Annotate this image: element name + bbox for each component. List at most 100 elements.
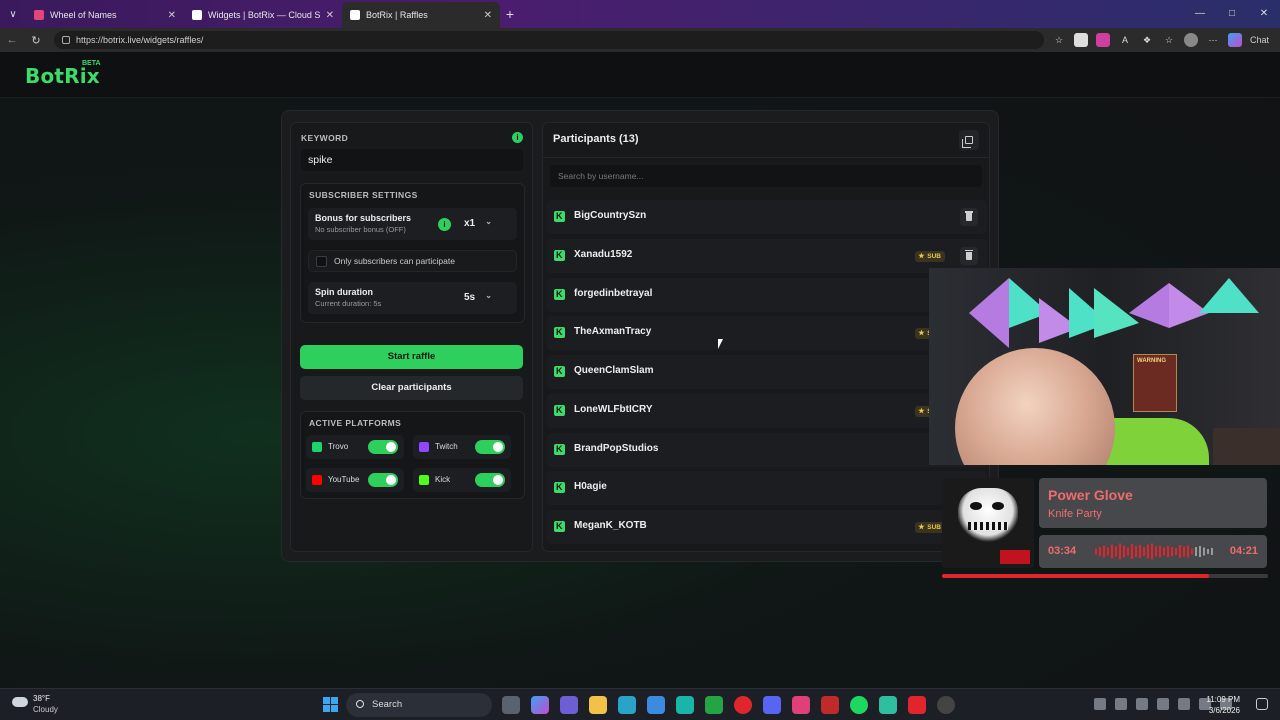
browser-tab[interactable]: Widgets | BotRix — Cloud Stream ✕ xyxy=(184,2,342,28)
chat-label[interactable]: Chat xyxy=(1250,33,1269,47)
botrix-logo[interactable]: BotRix xyxy=(25,64,100,88)
onedrive-icon[interactable] xyxy=(1136,698,1148,710)
start-raffle-button[interactable]: Start raffle xyxy=(300,345,523,369)
bonus-info-icon[interactable]: i xyxy=(438,218,451,231)
kick-toggle[interactable] xyxy=(475,473,505,487)
file-explorer-icon[interactable] xyxy=(589,696,607,714)
waveform-bar xyxy=(1203,547,1205,556)
more-options-icon[interactable]: ⋯ xyxy=(1206,33,1220,47)
extension-icon[interactable]: A xyxy=(1118,33,1132,47)
store-icon[interactable] xyxy=(647,696,665,714)
extension-icon[interactable] xyxy=(1074,33,1088,47)
remove-participant-trash-icon[interactable] xyxy=(960,208,978,226)
participant-row: LoneWLFbtICRYSUB xyxy=(547,393,987,428)
teams-icon[interactable] xyxy=(560,696,578,714)
maximize-icon[interactable]: □ xyxy=(1216,0,1248,28)
windows-start-icon[interactable] xyxy=(323,697,338,712)
waveform-bar xyxy=(1135,546,1137,557)
waveform-bar xyxy=(1095,548,1097,555)
voicemeeter-icon[interactable] xyxy=(821,696,839,714)
notifications-icon[interactable] xyxy=(1256,698,1268,710)
copilot-icon[interactable] xyxy=(1228,33,1242,47)
spotify-icon[interactable] xyxy=(850,696,868,714)
minimize-icon[interactable]: — xyxy=(1184,0,1216,28)
app-icon[interactable] xyxy=(879,696,897,714)
keyword-info-icon[interactable]: i xyxy=(512,132,523,143)
participant-row: forgedinbetrayal xyxy=(547,277,987,312)
taskbar-search[interactable]: Search xyxy=(346,693,492,717)
botrix-favicon-icon xyxy=(350,10,360,20)
kick-icon xyxy=(554,211,565,222)
participant-name: MeganK_KOTB xyxy=(574,520,647,531)
taskbar-clock[interactable]: 11:09 PM 3/6/2026 xyxy=(1206,694,1240,716)
wheel-of-names-favicon-icon xyxy=(34,10,44,20)
tray-app-icon[interactable] xyxy=(1115,698,1127,710)
tab-actions-menu-icon[interactable]: ∨ xyxy=(0,0,26,28)
waveform-bar xyxy=(1199,546,1201,557)
waveform-bar xyxy=(1211,548,1213,555)
waveform-bar xyxy=(1107,547,1109,556)
platform-name: YouTube xyxy=(328,475,360,484)
waveform-bar xyxy=(1167,546,1169,557)
edge-icon[interactable] xyxy=(618,696,636,714)
favorites-icon[interactable]: ☆ xyxy=(1162,33,1176,47)
participant-search-input[interactable]: Search by username... xyxy=(550,165,982,187)
favorite-star-icon[interactable]: ☆ xyxy=(1052,33,1066,47)
discord-icon[interactable] xyxy=(763,696,781,714)
waveform-bar xyxy=(1115,546,1117,557)
spin-duration-select[interactable]: 5s ⌄ xyxy=(458,289,498,307)
only-subscribers-checkbox[interactable] xyxy=(316,256,327,267)
waveform-bar xyxy=(1111,544,1113,559)
trovo-toggle[interactable] xyxy=(368,440,398,454)
youtube-music-icon[interactable] xyxy=(734,696,752,714)
participant-row: Xanadu1592 SUB xyxy=(547,238,987,273)
clear-participants-button[interactable]: Clear participants xyxy=(300,376,523,400)
close-tab-icon[interactable]: ✕ xyxy=(484,10,492,21)
raffle-settings: KEYWORD i spike SUBSCRIBER SETTINGS Bonu… xyxy=(290,122,533,552)
waveform-bar xyxy=(1127,547,1129,556)
show-hidden-icons-icon[interactable] xyxy=(1094,698,1106,710)
close-window-icon[interactable]: ✕ xyxy=(1248,0,1280,28)
copilot-app-icon[interactable] xyxy=(531,696,549,714)
bonus-multiplier-select[interactable]: x1 ⌄ xyxy=(458,215,498,233)
new-tab-button[interactable]: + xyxy=(500,6,520,22)
kick-icon xyxy=(554,482,565,494)
xbox-icon[interactable] xyxy=(705,696,723,714)
waveform-bar xyxy=(1139,545,1141,558)
task-view-icon[interactable] xyxy=(502,696,520,714)
obs-icon[interactable] xyxy=(937,696,955,714)
reload-icon[interactable]: ↻ xyxy=(24,34,48,47)
close-tab-icon[interactable]: ✕ xyxy=(326,10,334,21)
keyword-input[interactable]: spike xyxy=(301,149,523,171)
platform-kick: Kick xyxy=(413,468,511,492)
browser-tab-active[interactable]: BotRix | Raffles ✕ xyxy=(342,2,500,28)
microphone-icon[interactable] xyxy=(1157,698,1169,710)
taskbar: 38°F Cloudy Search 11:09 PM 3/6/2026 xyxy=(0,688,1280,720)
app-icon[interactable] xyxy=(908,696,926,714)
waveform-bar xyxy=(1131,544,1133,559)
remove-participant-trash-icon[interactable] xyxy=(960,246,978,265)
shelf xyxy=(1213,428,1280,465)
extensions-puzzle-icon[interactable]: ❖ xyxy=(1140,33,1154,47)
twitch-toggle[interactable] xyxy=(475,440,505,454)
profile-avatar-icon[interactable] xyxy=(1184,33,1198,47)
botrix-favicon-icon xyxy=(192,10,202,20)
copy-participants-button[interactable] xyxy=(959,130,979,150)
taskbar-search-label: Search xyxy=(372,699,403,710)
kick-icon xyxy=(554,366,565,377)
only-subscribers-label: Only subscribers can participate xyxy=(334,256,455,266)
url-field[interactable]: https://botrix.live/widgets/raffles/ xyxy=(54,31,1044,49)
site-info-icon[interactable] xyxy=(62,36,70,44)
app-icon[interactable] xyxy=(792,696,810,714)
album-mouth xyxy=(968,522,1008,530)
app-icon[interactable] xyxy=(676,696,694,714)
song-progress-track xyxy=(942,574,1268,578)
only-subscribers-row[interactable]: Only subscribers can participate xyxy=(308,250,517,272)
taskbar-apps xyxy=(502,696,955,714)
youtube-toggle[interactable] xyxy=(368,473,398,487)
close-tab-icon[interactable]: ✕ xyxy=(168,10,176,21)
browser-tab[interactable]: Wheel of Names ✕ xyxy=(26,2,184,28)
extension-icon[interactable] xyxy=(1096,33,1110,47)
back-arrow-icon[interactable]: ← xyxy=(0,34,24,46)
display-icon[interactable] xyxy=(1178,698,1190,710)
